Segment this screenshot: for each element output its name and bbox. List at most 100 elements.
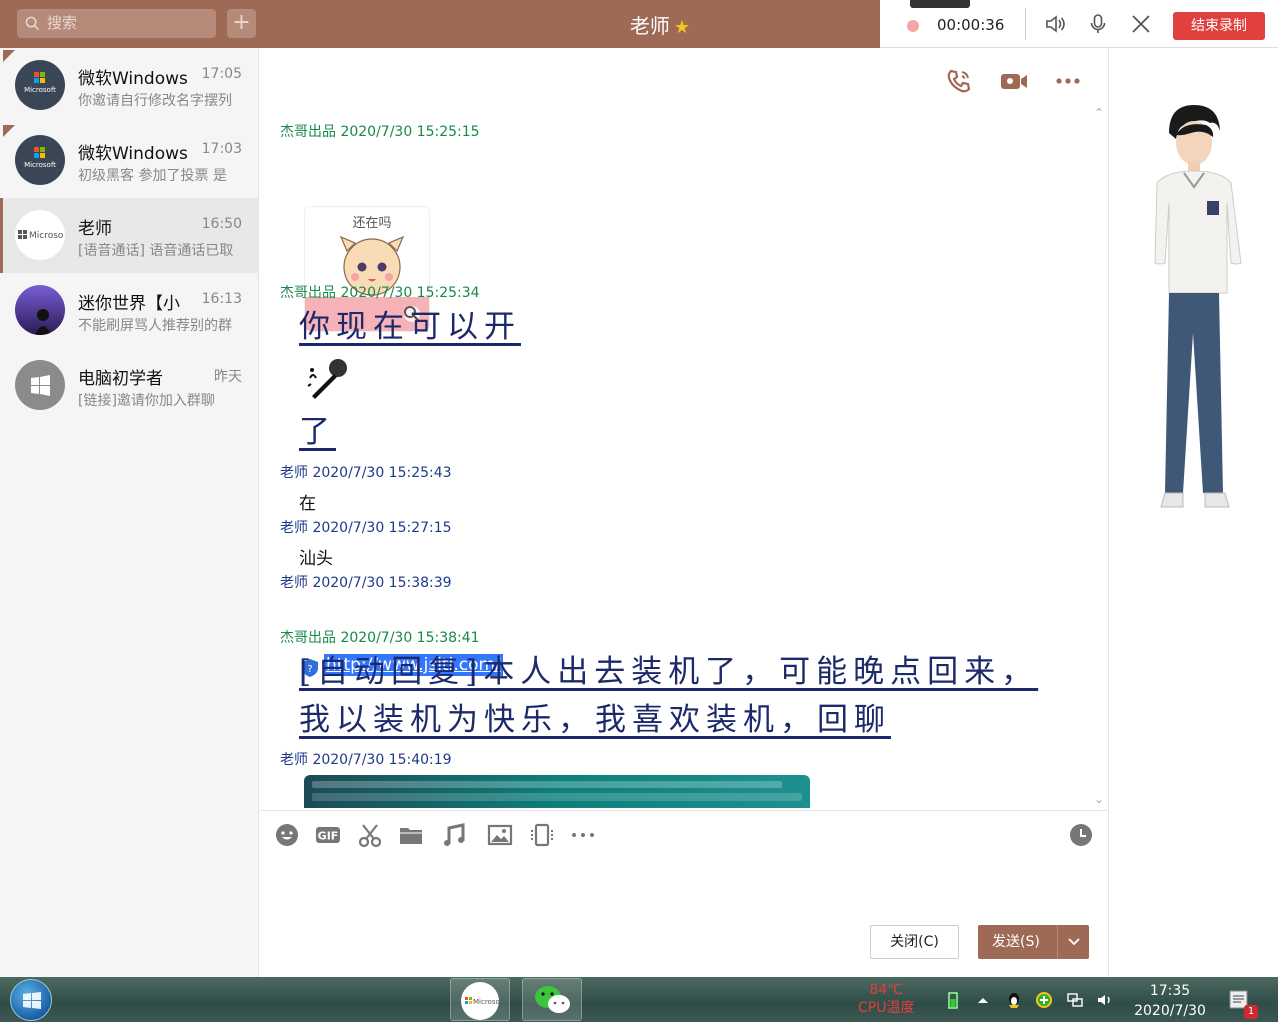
- clock-time: 17:35: [1149, 983, 1191, 999]
- send-button[interactable]: 发送(S): [978, 925, 1089, 959]
- more-tools-icon[interactable]: [570, 822, 596, 848]
- taskbar-app-wechat[interactable]: [522, 978, 582, 1021]
- sticker-text: 还在吗: [352, 216, 391, 231]
- scissors-icon[interactable]: [357, 822, 383, 848]
- cpu-temp-value: 84℃: [869, 982, 903, 998]
- scroll-down-icon[interactable]: ⌄: [1094, 792, 1104, 806]
- speaker-icon[interactable]: [1043, 12, 1067, 36]
- pinned-corner-icon: [3, 50, 15, 62]
- screen-share-icon[interactable]: [529, 822, 555, 848]
- more-icon[interactable]: [1053, 66, 1083, 96]
- gif-icon[interactable]: GIF: [315, 822, 341, 848]
- image-tabbar: [312, 781, 782, 788]
- send-options-dropdown[interactable]: [1057, 925, 1089, 959]
- start-button[interactable]: [10, 979, 52, 1021]
- message-meta: 老师 2020/7/30 15:40:19: [280, 752, 452, 768]
- recording-bar: 00:00:36 结束录制: [880, 0, 1278, 48]
- conversation-preview: 你邀请自行修改名字摆列: [78, 93, 232, 109]
- avatar-show-panel: [1108, 48, 1278, 977]
- screenshot-image[interactable]: [304, 775, 810, 808]
- microphone-icon[interactable]: [1086, 12, 1110, 36]
- svg-text:Microso: Microso: [29, 231, 64, 241]
- message-text: 你现在可以开: [299, 309, 521, 345]
- notification-badge: 1: [1244, 1005, 1258, 1019]
- conversation-preview: [链接]邀请你加入群聊: [78, 393, 215, 409]
- cpu-temp-widget: 84℃ CPU温度: [858, 981, 914, 1017]
- recording-dot-icon: [907, 20, 919, 32]
- message-text: 了: [299, 414, 336, 450]
- conversation-time: 16:50: [201, 216, 242, 232]
- video-call-icon[interactable]: [999, 66, 1029, 96]
- voice-call-icon[interactable]: [944, 66, 974, 96]
- message-meta: 老师 2020/7/30 15:25:43: [280, 465, 452, 481]
- message-history: 杰哥出品 2020/7/30 15:25:15 还在吗 杰哥出品 2020/7/…: [260, 108, 1108, 808]
- avatar-figure: [1154, 105, 1242, 508]
- message-meta: 老师 2020/7/30 15:38:39: [280, 575, 452, 591]
- history-clock-icon[interactable]: [1068, 822, 1094, 848]
- conversation-name: 老师: [78, 219, 112, 239]
- pinned-corner-icon: [3, 125, 15, 137]
- conversation-time: 17:05: [201, 66, 242, 82]
- conversation-item[interactable]: 迷你世界【小 16:13 不能刷屏骂人推荐别的群: [0, 273, 258, 348]
- conversation-item[interactable]: Microsoft 微软Windows 17:05 你邀请自行修改名字摆列: [0, 48, 258, 123]
- conversation-item-active[interactable]: Microso 老师 16:50 [语音通话] 语音通话已取: [0, 198, 258, 273]
- cpu-temp-label: CPU温度: [858, 1000, 915, 1016]
- clock-date: 2020/7/30: [1134, 1003, 1206, 1019]
- chat-title: 老师 ★: [600, 10, 720, 39]
- star-icon: ★: [673, 17, 691, 38]
- conversation-item[interactable]: Microsoft 微软Windows 17:03 初级黑客 参加了投票 是: [0, 123, 258, 198]
- message-text: 我以装机为快乐，我喜欢装机，回聊: [299, 702, 891, 738]
- conversation-preview: [语音通话] 语音通话已取: [78, 243, 234, 259]
- svg-text:GIF: GIF: [318, 830, 339, 843]
- conversation-item[interactable]: 电脑初学者 昨天 [链接]邀请你加入群聊: [0, 348, 258, 423]
- search-placeholder: 搜索: [47, 14, 78, 32]
- conversation-preview: 不能刷屏骂人推荐别的群: [78, 318, 232, 334]
- folder-icon[interactable]: [398, 822, 424, 848]
- svg-text:Microso: Microso: [473, 998, 499, 1006]
- svg-text:Microsoft: Microsoft: [24, 86, 56, 94]
- chevron-down-icon: [1068, 938, 1080, 946]
- image-addressbar: [312, 793, 802, 801]
- input-divider: [260, 810, 1108, 811]
- message-text: [自动回复]本人出去装机了，可能晚点回来，: [299, 654, 1039, 690]
- search-icon: [25, 16, 40, 31]
- avatar: Microsoft: [15, 135, 65, 185]
- network-icon[interactable]: [1066, 991, 1084, 1009]
- battery-icon[interactable]: [944, 991, 962, 1009]
- avatar: [15, 360, 65, 410]
- message-meta: 老师 2020/7/30 15:27:15: [280, 520, 452, 536]
- app-avatar-icon: Microso: [461, 982, 500, 1020]
- recording-time: 00:00:36: [937, 16, 1005, 34]
- windows-logo-icon: [23, 992, 41, 1009]
- close-icon[interactable]: [1129, 12, 1153, 36]
- tray-expand-icon[interactable]: [974, 991, 992, 1009]
- taskbar-app-qq[interactable]: Microso: [450, 978, 510, 1021]
- svg-text:Microsoft: Microsoft: [24, 161, 56, 169]
- action-center-icon[interactable]: 1: [1228, 989, 1258, 1019]
- close-button[interactable]: 关闭(C): [870, 925, 959, 959]
- music-icon[interactable]: [442, 822, 468, 848]
- message-meta: 杰哥出品 2020/7/30 15:38:41: [280, 630, 480, 646]
- conversation-list: Microsoft 微软Windows 17:05 你邀请自行修改名字摆列 Mi…: [0, 48, 259, 977]
- emoji-icon[interactable]: [274, 822, 300, 848]
- avatar: Microsoft: [15, 60, 65, 110]
- message-text: 在: [299, 494, 316, 514]
- conversation-time: 16:13: [201, 291, 242, 307]
- title-bar: 搜索 + 老师 ★: [0, 0, 880, 48]
- system-clock[interactable]: 17:35 2020/7/30: [1132, 981, 1208, 1021]
- microphone-emoji-icon: [307, 359, 347, 399]
- end-recording-button[interactable]: 结束录制: [1173, 12, 1265, 40]
- audio-level-meter: [910, 0, 970, 8]
- security-plus-icon[interactable]: [1035, 991, 1053, 1009]
- search-input[interactable]: 搜索: [17, 9, 216, 38]
- add-button[interactable]: +: [227, 9, 256, 38]
- message-meta: 杰哥出品 2020/7/30 15:25:34: [280, 285, 480, 301]
- windows-taskbar: Microso 84℃ CPU温度 17:35 2020/7/30 1: [0, 977, 1278, 1022]
- qq-penguin-icon[interactable]: [1005, 991, 1023, 1009]
- conversation-time: 17:03: [201, 141, 242, 157]
- avatar: [15, 285, 65, 335]
- image-icon[interactable]: [487, 822, 513, 848]
- volume-icon[interactable]: [1096, 991, 1114, 1009]
- wechat-icon: [535, 986, 570, 1013]
- divider: [1025, 8, 1026, 40]
